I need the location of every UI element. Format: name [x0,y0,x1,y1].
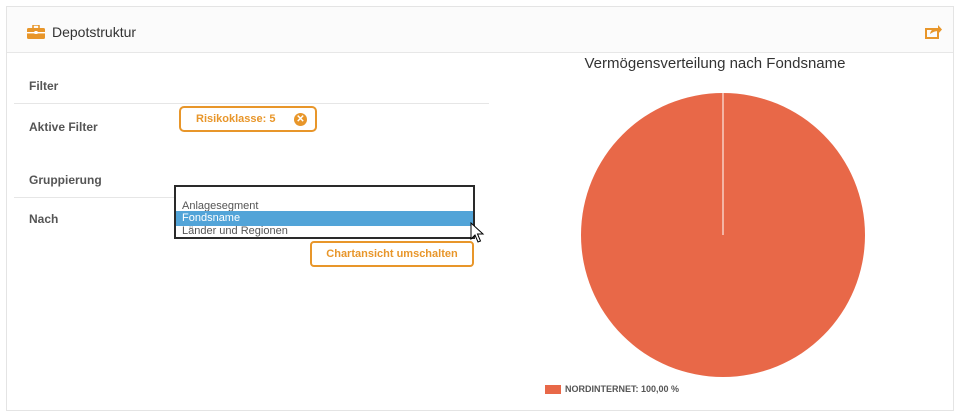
grouping-divider [14,197,174,198]
pie-chart [581,93,865,377]
panel-title: Depotstruktur [52,24,137,40]
mouse-cursor-icon [470,222,485,243]
chart-title: Vermögensverteilung nach Fondsname [584,55,846,72]
filter-divider [14,103,489,104]
toggle-chart-view-button[interactable]: Chartansicht umschalten [310,241,474,267]
group-by-dropdown[interactable]: Anlagesegment Fondsname Länder und Regio… [174,185,475,239]
dropdown-option-laender-regionen[interactable]: Länder und Regionen [176,224,473,239]
filter-chip-label: Risikoklasse: 5 [196,113,276,125]
export-icon[interactable] [925,24,942,39]
filter-section-label: Filter [29,79,59,93]
legend-swatch [545,385,561,394]
legend-label: NORDINTERNET: 100,00 % [565,384,680,394]
active-filter-label: Aktive Filter [29,120,98,134]
filter-chip-risikoklasse[interactable]: Risikoklasse: 5 ✕ [179,106,317,132]
panel-header: Depotstruktur [7,7,953,53]
grouping-section-label: Gruppierung [29,173,102,187]
briefcase-icon [27,25,45,39]
group-by-label: Nach [29,212,59,226]
remove-filter-icon[interactable]: ✕ [294,113,307,126]
